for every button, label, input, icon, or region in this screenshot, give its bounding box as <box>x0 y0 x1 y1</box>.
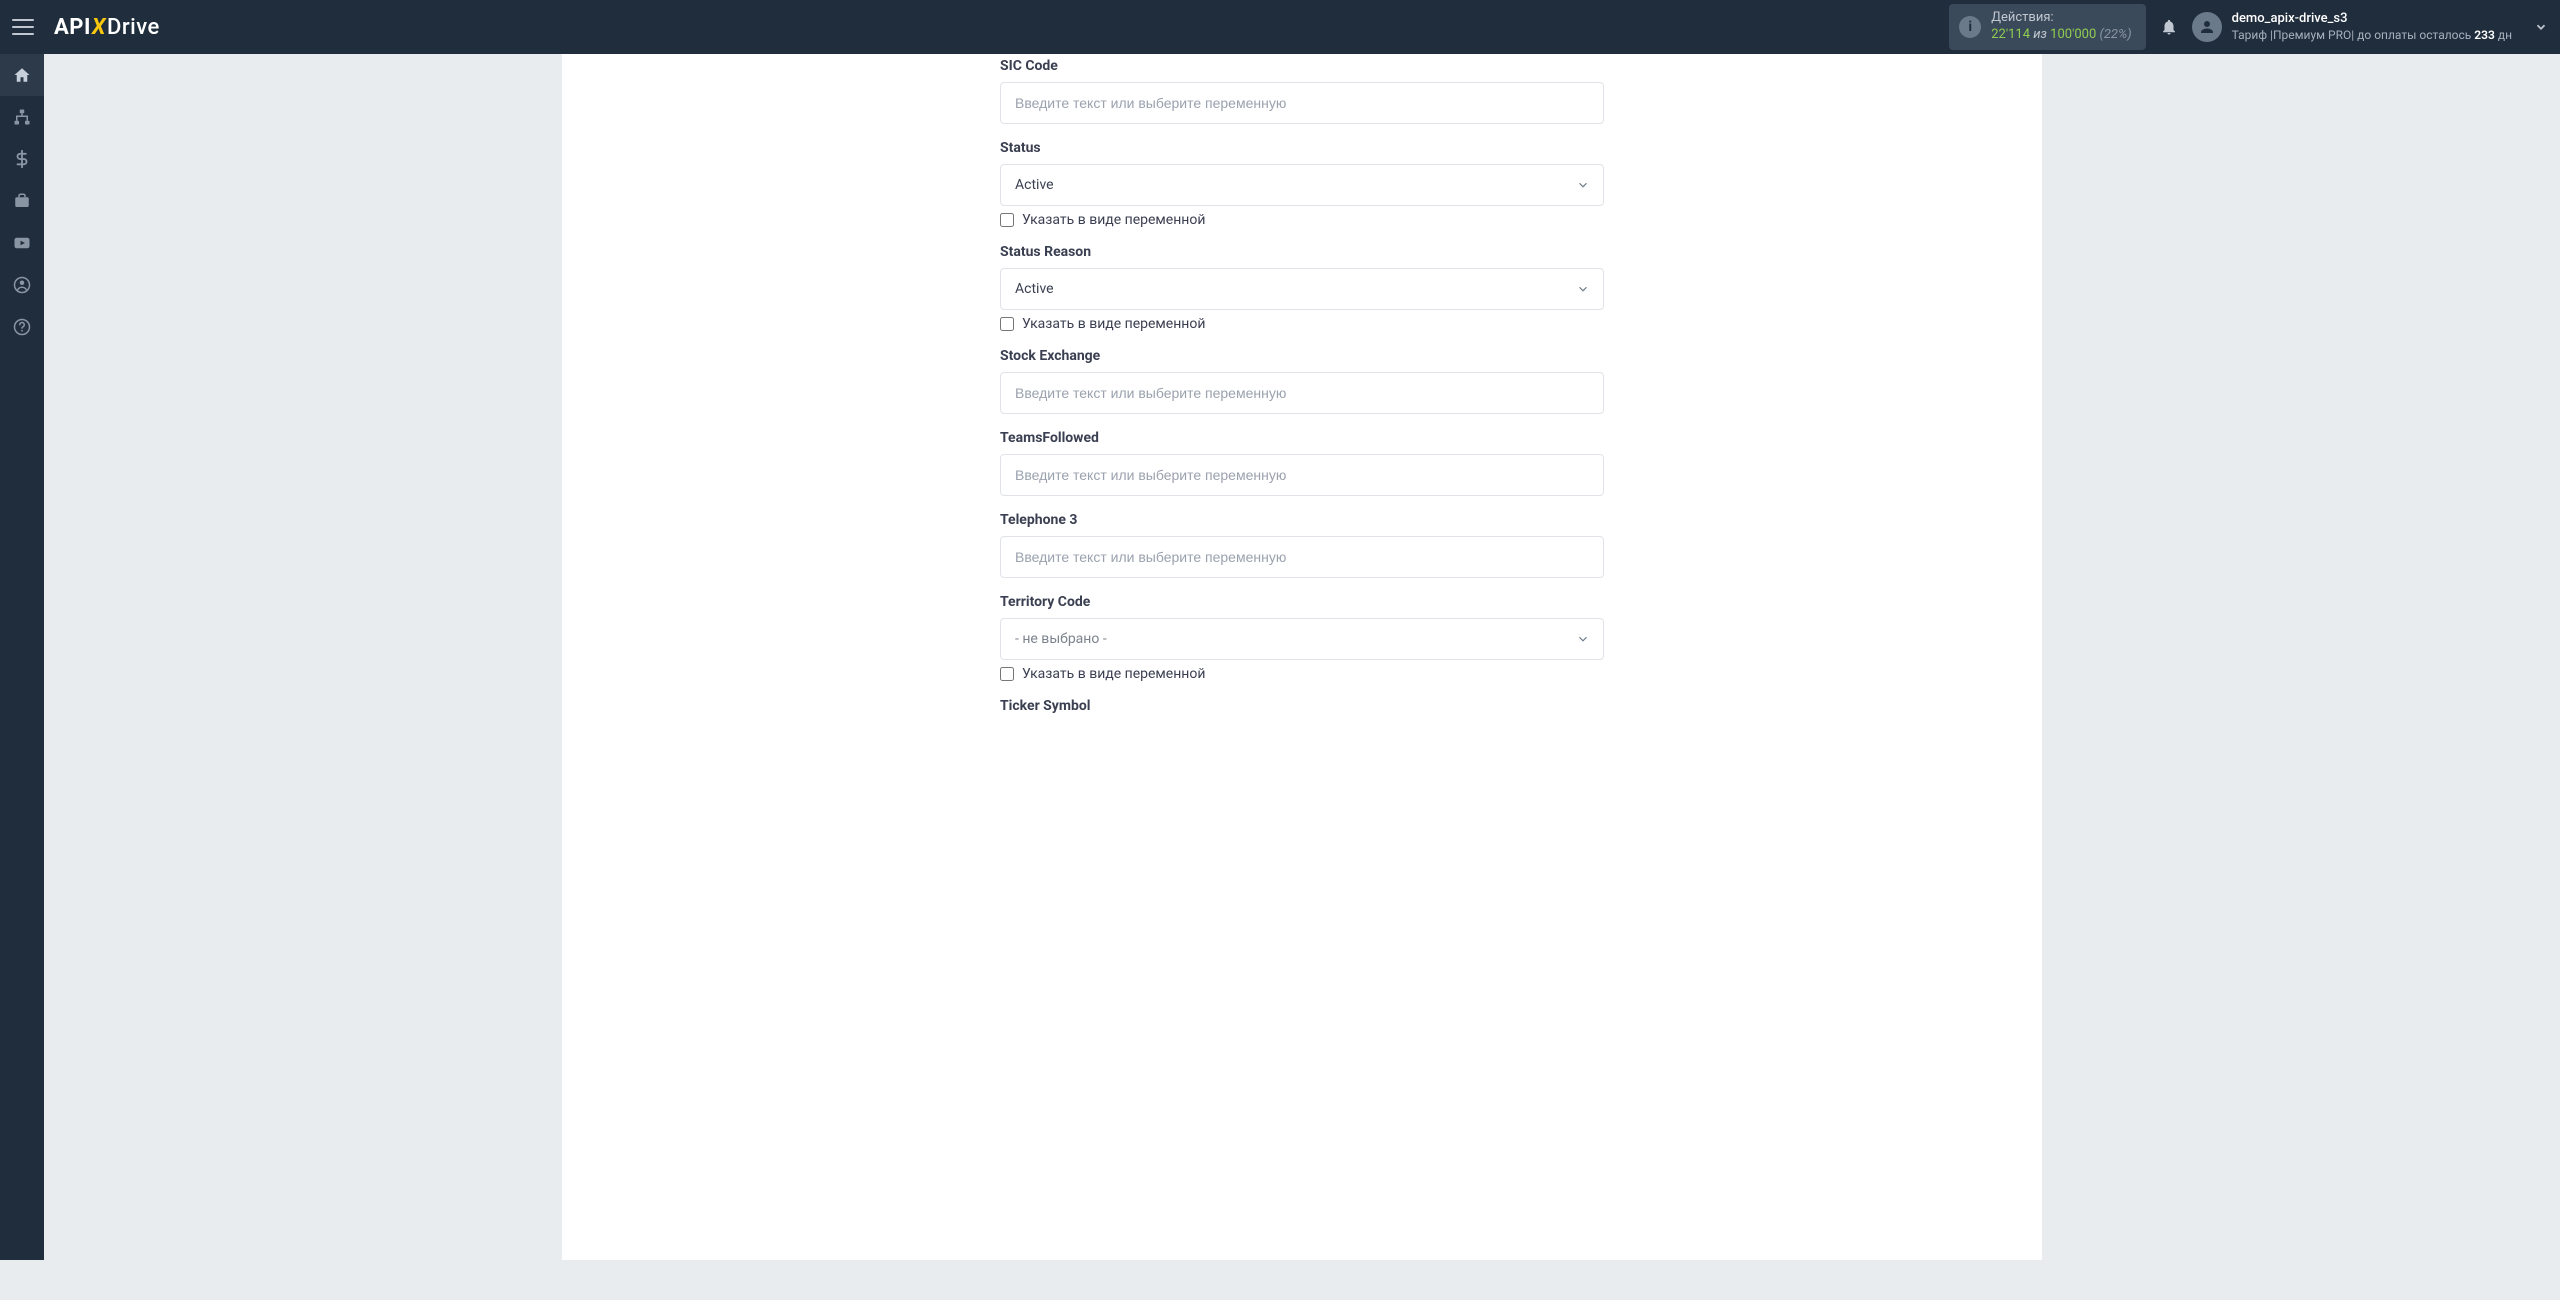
field-label: SIC Code <box>1000 58 1604 74</box>
logo-part-x: X <box>92 15 106 40</box>
sidebar-item-video[interactable] <box>0 222 44 264</box>
select-wrap: Active <box>1000 164 1604 206</box>
form-group: Territory Code - не выбрано - Указать в ви… <box>1000 594 1604 682</box>
field-label: TeamsFollowed <box>1000 430 1604 446</box>
tariff-name: Премиум PRO <box>2273 28 2351 42</box>
form-panel: SIC Code Status Active Указать в виде перем… <box>562 54 2042 1260</box>
form-group: Status Active Указать в виде переменной <box>1000 140 1604 228</box>
actions-pct: (22%) <box>2100 27 2132 42</box>
sitemap-icon <box>13 108 31 126</box>
checkbox-label[interactable]: Указать в виде переменной <box>1022 316 1205 332</box>
hamburger-menu-button[interactable] <box>12 15 36 39</box>
notifications-button[interactable] <box>2160 18 2178 36</box>
actions-text: Действия: 22'114 из 100'000 (22%) <box>1991 10 2131 44</box>
sidebar-item-connections[interactable] <box>0 96 44 138</box>
checkbox-row: Указать в виде переменной <box>1000 316 1604 332</box>
user-plan: Тариф |Премиум PRO| до оплаты осталось 2… <box>2232 28 2512 44</box>
checkbox-row: Указать в виде переменной <box>1000 666 1604 682</box>
user-text: demo_apix-drive_s3 Тариф |Премиум PRO| д… <box>2232 11 2512 43</box>
form-wrap: SIC Code Status Active Указать в виде перем… <box>1000 54 1604 714</box>
checkbox-label[interactable]: Указать в виде переменной <box>1022 666 1205 682</box>
text-input[interactable] <box>1000 372 1604 414</box>
actions-usage-box[interactable]: i Действия: 22'114 из 100'000 (22%) <box>1949 4 2145 50</box>
form-group: TeamsFollowed <box>1000 430 1604 496</box>
actions-of: из <box>2033 27 2047 42</box>
form-group: SIC Code <box>1000 58 1604 124</box>
text-input[interactable] <box>1000 82 1604 124</box>
avatar-icon <box>2192 12 2222 42</box>
form-group: Stock Exchange <box>1000 348 1604 414</box>
sidebar-item-home[interactable] <box>0 54 44 96</box>
variable-checkbox[interactable] <box>1000 317 1014 331</box>
user-circle-icon <box>13 276 31 294</box>
briefcase-icon <box>13 192 31 210</box>
text-input[interactable] <box>1000 454 1604 496</box>
sidebar-item-tools[interactable] <box>0 180 44 222</box>
pay-prefix: | до оплаты осталось <box>2351 28 2474 42</box>
field-label: Stock Exchange <box>1000 348 1604 364</box>
logo-part-drive: Drive <box>107 15 160 40</box>
variable-checkbox[interactable] <box>1000 667 1014 681</box>
main-content: SIC Code Status Active Указать в виде перем… <box>44 54 2560 1300</box>
form-group: Status Reason Active Указать в виде переме… <box>1000 244 1604 332</box>
days-suffix: дн <box>2495 28 2512 42</box>
tariff-prefix: Тариф | <box>2232 28 2273 42</box>
sidebar-item-billing[interactable] <box>0 138 44 180</box>
text-input[interactable] <box>1000 536 1604 578</box>
sidebar-nav <box>0 54 44 1260</box>
actions-stats: 22'114 из 100'000 (22%) <box>1991 27 2131 44</box>
actions-limit: 100'000 <box>2050 27 2096 42</box>
expand-header-button[interactable] <box>2534 20 2548 34</box>
field-label: Ticker Symbol <box>1000 698 1604 714</box>
select-input[interactable]: - не выбрано - <box>1000 618 1604 660</box>
user-name: demo_apix-drive_s3 <box>2232 11 2512 28</box>
checkbox-label[interactable]: Указать в виде переменной <box>1022 212 1205 228</box>
select-wrap: - не выбрано - <box>1000 618 1604 660</box>
youtube-icon <box>13 234 31 252</box>
checkbox-row: Указать в виде переменной <box>1000 212 1604 228</box>
variable-checkbox[interactable] <box>1000 213 1014 227</box>
select-input[interactable]: Active <box>1000 268 1604 310</box>
header-right: i Действия: 22'114 из 100'000 (22%) demo… <box>1949 4 2548 50</box>
question-circle-icon <box>13 318 31 336</box>
header-bar: APIXDrive i Действия: 22'114 из 100'000 … <box>0 0 2560 54</box>
field-label: Status <box>1000 140 1604 156</box>
dollar-icon <box>13 150 31 168</box>
logo-part-api: API <box>54 15 91 40</box>
field-label: Status Reason <box>1000 244 1604 260</box>
actions-label: Действия: <box>1991 10 2131 27</box>
actions-count: 22'114 <box>1991 27 2030 42</box>
app-logo[interactable]: APIXDrive <box>54 15 160 40</box>
info-icon: i <box>1959 16 1981 38</box>
sidebar-item-account[interactable] <box>0 264 44 306</box>
form-group: Ticker Symbol <box>1000 698 1604 714</box>
home-icon <box>13 66 31 84</box>
user-menu[interactable]: demo_apix-drive_s3 Тариф |Премиум PRO| д… <box>2192 11 2512 43</box>
select-wrap: Active <box>1000 268 1604 310</box>
field-label: Telephone 3 <box>1000 512 1604 528</box>
select-input[interactable]: Active <box>1000 164 1604 206</box>
sidebar-item-help[interactable] <box>0 306 44 348</box>
field-label: Territory Code <box>1000 594 1604 610</box>
form-group: Telephone 3 <box>1000 512 1604 578</box>
tariff-days: 233 <box>2474 28 2495 42</box>
